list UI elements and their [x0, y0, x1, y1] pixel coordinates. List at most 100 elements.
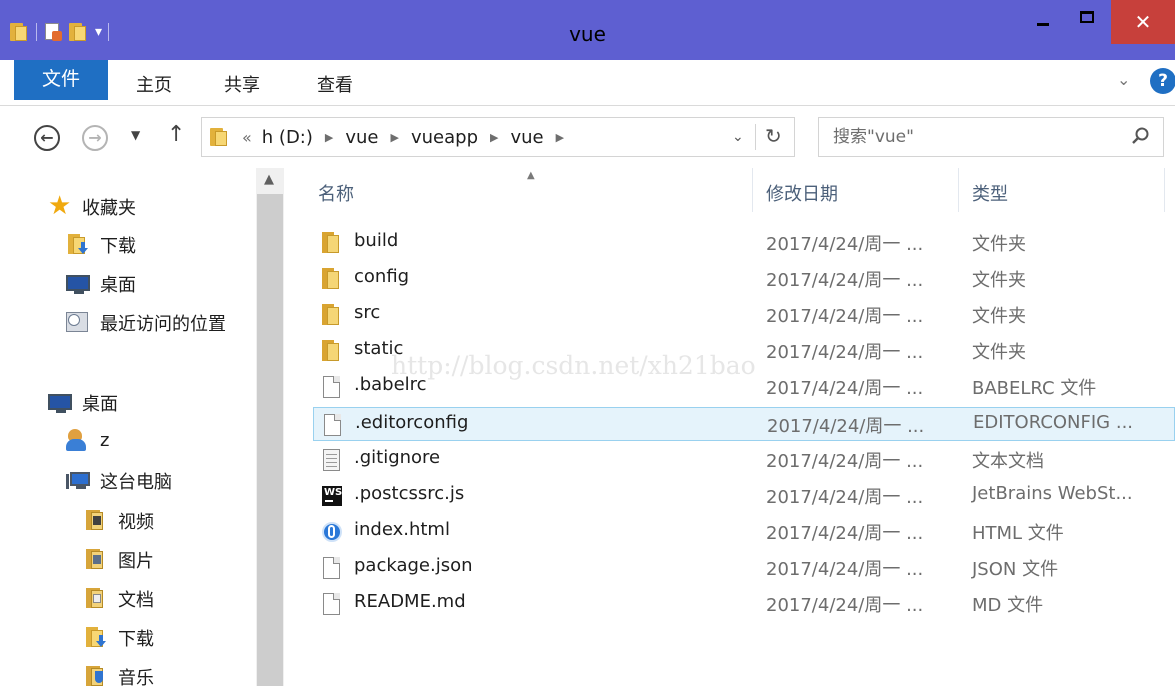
- file-icon: [321, 376, 343, 399]
- column-header-date[interactable]: 修改日期: [766, 180, 838, 206]
- file-type: HTML 文件: [972, 522, 1064, 544]
- column-divider[interactable]: [1164, 168, 1165, 212]
- nav-downloads-pc[interactable]: 下载: [84, 625, 154, 651]
- breadcrumb-item[interactable]: vue: [345, 127, 378, 148]
- file-date: 2017/4/24/周一 ...: [766, 595, 924, 616]
- documents-icon: [84, 588, 110, 610]
- search-input[interactable]: [833, 125, 1113, 149]
- tab-view[interactable]: 查看: [317, 71, 353, 97]
- breadcrumb-overflow[interactable]: «: [242, 128, 252, 147]
- breadcrumb-item[interactable]: h (D:): [262, 127, 313, 148]
- file-row[interactable]: config 2017/4/24/周一 ... 文件夹: [313, 262, 1175, 296]
- up-button[interactable]: ↑: [167, 122, 185, 147]
- file-type: 文件夹: [972, 270, 1026, 292]
- nav-desktop[interactable]: 桌面: [66, 271, 136, 297]
- nav-favorites[interactable]: 收藏夹: [48, 191, 136, 221]
- file-date: 2017/4/24/周一 ...: [767, 415, 925, 437]
- nav-music[interactable]: 音乐: [84, 664, 154, 686]
- html-file-icon: [321, 521, 343, 543]
- desktop-icon: [66, 273, 92, 295]
- breadcrumb-separator-icon[interactable]: ▶: [391, 131, 399, 144]
- file-row[interactable]: .gitignore 2017/4/24/周一 ... 文本文档: [313, 443, 1175, 477]
- folder-icon: [321, 232, 343, 254]
- file-row[interactable]: src 2017/4/24/周一 ... 文件夹: [313, 298, 1175, 332]
- file-name: src: [354, 302, 381, 324]
- file-row[interactable]: .editorconfig 2017/4/24/周一 ... EDITORCONFI…: [313, 406, 1175, 441]
- file-type: JSON 文件: [972, 558, 1059, 580]
- recent-locations-dropdown[interactable]: ▼: [131, 128, 140, 142]
- file-row[interactable]: index.html 2017/4/24/周一 ... HTML 文件: [313, 515, 1175, 549]
- breadcrumb-separator-icon[interactable]: ▶: [325, 131, 333, 144]
- breadcrumb-item[interactable]: vueapp: [411, 127, 478, 148]
- column-header-type[interactable]: 类型: [972, 180, 1008, 206]
- nav-videos[interactable]: 视频: [84, 508, 154, 534]
- breadcrumb-separator-icon[interactable]: ▶: [556, 131, 564, 144]
- file-row[interactable]: README.md 2017/4/24/周一 ... MD 文件: [313, 587, 1175, 621]
- nav-pictures[interactable]: 图片: [84, 547, 154, 573]
- minimize-icon: [1037, 22, 1049, 26]
- file-type: 文件夹: [972, 234, 1026, 255]
- file-row[interactable]: .babelrc 2017/4/24/周一 ... BABELRC 文件: [313, 370, 1175, 404]
- file-row[interactable]: build 2017/4/24/周一 ... 文件夹: [313, 226, 1175, 260]
- file-row[interactable]: WS .postcssrc.js 2017/4/24/周一 ... JetBrains…: [313, 479, 1175, 513]
- navigation-pane-scrollbar[interactable]: ▲: [256, 168, 284, 686]
- nav-this-pc[interactable]: 这台电脑: [66, 468, 172, 494]
- nav-documents[interactable]: 文档: [84, 586, 154, 612]
- file-date: 2017/4/24/周一 ...: [766, 306, 924, 328]
- nav-item-label: 桌面: [100, 275, 136, 296]
- nav-item-label: 下载: [118, 629, 154, 650]
- desktop-icon: [48, 392, 74, 414]
- file-name: index.html: [354, 518, 450, 540]
- folder-icon: [210, 128, 230, 146]
- star-icon: [48, 191, 74, 221]
- search-box[interactable]: [818, 117, 1164, 157]
- breadcrumb-separator-icon[interactable]: ▶: [490, 131, 498, 144]
- file-date: 2017/4/24/周一 ...: [766, 342, 924, 364]
- close-button[interactable]: ✕: [1111, 0, 1175, 44]
- column-header-name[interactable]: 名称: [318, 180, 354, 206]
- recent-places-icon: [66, 312, 92, 334]
- expand-ribbon-chevron-icon[interactable]: ⌄: [1117, 70, 1130, 89]
- nav-item-label: 图片: [118, 551, 154, 572]
- folder-icon: [321, 268, 343, 290]
- refresh-icon[interactable]: ↻: [765, 124, 782, 148]
- file-type: 文件夹: [972, 306, 1026, 328]
- address-bar[interactable]: « h (D:) ▶ vue ▶ vueapp ▶ vue ▶ ⌄ ↻: [201, 117, 795, 157]
- nav-desktop-root[interactable]: 桌面: [48, 390, 118, 416]
- tab-home[interactable]: 主页: [136, 71, 172, 97]
- minimize-button[interactable]: [1022, 0, 1064, 40]
- nav-user-folder[interactable]: z: [66, 429, 109, 451]
- navigation-bar: ← → ▼ ↑ « h (D:) ▶ vue ▶ vueapp ▶ vue ▶ …: [0, 106, 1175, 168]
- breadcrumb: « h (D:) ▶ vue ▶ vueapp ▶ vue ▶: [242, 127, 576, 148]
- pictures-icon: [84, 549, 110, 571]
- file-date: 2017/4/24/周一 ...: [766, 486, 924, 508]
- scrollbar-thumb[interactable]: [257, 194, 283, 686]
- nav-item-label: 文档: [118, 590, 154, 611]
- downloads-icon: [84, 627, 110, 649]
- file-row[interactable]: package.json 2017/4/24/周一 ... JSON 文件: [313, 551, 1175, 585]
- address-history-chevron-icon[interactable]: ⌄: [732, 129, 744, 145]
- column-divider[interactable]: [752, 168, 753, 212]
- file-type: 文本文档: [972, 450, 1044, 472]
- tab-share[interactable]: 共享: [224, 71, 260, 97]
- file-icon: [321, 556, 343, 579]
- breadcrumb-item[interactable]: vue: [510, 127, 543, 148]
- nav-recent-places[interactable]: 最近访问的位置: [66, 310, 226, 336]
- tab-file[interactable]: 文件: [14, 60, 108, 100]
- file-name: .editorconfig: [355, 411, 469, 433]
- user-icon: [66, 429, 92, 451]
- scroll-up-icon[interactable]: ▲: [264, 172, 274, 187]
- column-divider[interactable]: [958, 168, 959, 212]
- maximize-button[interactable]: [1066, 0, 1108, 40]
- nav-item-label: 最近访问的位置: [100, 314, 226, 335]
- search-icon[interactable]: [1131, 126, 1151, 146]
- nav-item-label: 下载: [100, 236, 136, 257]
- back-button[interactable]: ←: [34, 125, 60, 151]
- nav-downloads[interactable]: 下载: [66, 232, 136, 258]
- forward-button[interactable]: →: [82, 125, 108, 151]
- nav-item-label: 桌面: [82, 394, 118, 415]
- file-list: ▲ 名称 修改日期 类型 build 2017/4/24/周一 ... 文件夹 con…: [284, 168, 1175, 686]
- file-row[interactable]: static 2017/4/24/周一 ... 文件夹: [313, 334, 1175, 368]
- close-icon: ✕: [1134, 10, 1152, 34]
- help-icon[interactable]: ?: [1150, 68, 1175, 94]
